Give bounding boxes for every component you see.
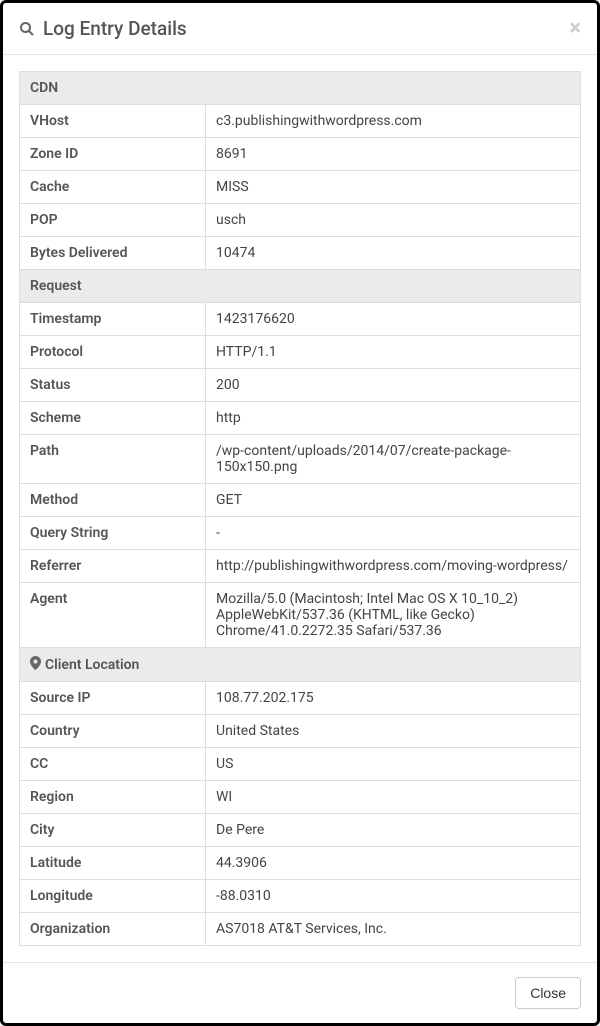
- row-value: /wp-content/uploads/2014/07/create-packa…: [206, 435, 581, 484]
- modal-footer: Close: [3, 962, 597, 1023]
- table-row: OrganizationAS7018 AT&T Services, Inc.: [20, 913, 581, 946]
- row-value: AS7018 AT&T Services, Inc.: [206, 913, 581, 946]
- row-key: Timestamp: [20, 303, 206, 336]
- section-header-request: Request: [20, 270, 581, 303]
- row-value: -: [206, 517, 581, 550]
- row-value: Mozilla/5.0 (Macintosh; Intel Mac OS X 1…: [206, 583, 581, 648]
- row-key: Longitude: [20, 880, 206, 913]
- row-key: Status: [20, 369, 206, 402]
- row-key: Source IP: [20, 682, 206, 715]
- row-key: Agent: [20, 583, 206, 648]
- row-key: Latitude: [20, 847, 206, 880]
- row-value: HTTP/1.1: [206, 336, 581, 369]
- table-row: Longitude-88.0310: [20, 880, 581, 913]
- table-row: Referrerhttp://publishingwithwordpress.c…: [20, 550, 581, 583]
- row-key: Country: [20, 715, 206, 748]
- row-value: US: [206, 748, 581, 781]
- table-row: Query String-: [20, 517, 581, 550]
- row-value: MISS: [206, 171, 581, 204]
- table-row: Source IP108.77.202.175: [20, 682, 581, 715]
- modal-header: Log Entry Details ×: [3, 3, 597, 54]
- row-value: usch: [206, 204, 581, 237]
- row-value: 10474: [206, 237, 581, 270]
- row-key: Zone ID: [20, 138, 206, 171]
- table-row: Zone ID8691: [20, 138, 581, 171]
- modal-body: CDN VHostc3.publishingwithwordpress.comZo…: [3, 55, 597, 962]
- row-key: VHost: [20, 105, 206, 138]
- row-key: Bytes Delivered: [20, 237, 206, 270]
- row-key: Path: [20, 435, 206, 484]
- table-row: CacheMISS: [20, 171, 581, 204]
- table-row: AgentMozilla/5.0 (Macintosh; Intel Mac O…: [20, 583, 581, 648]
- row-key: Query String: [20, 517, 206, 550]
- row-value: 200: [206, 369, 581, 402]
- table-row: Latitude44.3906: [20, 847, 581, 880]
- row-key: Organization: [20, 913, 206, 946]
- search-icon: [19, 21, 35, 37]
- row-key: Method: [20, 484, 206, 517]
- table-row: Path/wp-content/uploads/2014/07/create-p…: [20, 435, 581, 484]
- row-value: http: [206, 402, 581, 435]
- row-value: 44.3906: [206, 847, 581, 880]
- section-header-label: CDN: [30, 80, 58, 96]
- row-key: POP: [20, 204, 206, 237]
- details-table: CDN VHostc3.publishingwithwordpress.comZo…: [19, 71, 581, 946]
- row-key: CC: [20, 748, 206, 781]
- row-key: Referrer: [20, 550, 206, 583]
- table-row: MethodGET: [20, 484, 581, 517]
- row-value: http://publishingwithwordpress.com/movin…: [206, 550, 581, 583]
- log-entry-modal: Log Entry Details × CDN VHostc3.publishin…: [0, 0, 600, 1026]
- table-row: CityDe Pere: [20, 814, 581, 847]
- map-pin-icon: [30, 656, 41, 670]
- section-header-cdn: CDN: [20, 72, 581, 105]
- row-key: City: [20, 814, 206, 847]
- row-value: -88.0310: [206, 880, 581, 913]
- row-value: c3.publishingwithwordpress.com: [206, 105, 581, 138]
- table-row: Schemehttp: [20, 402, 581, 435]
- table-row: CCUS: [20, 748, 581, 781]
- row-value: United States: [206, 715, 581, 748]
- table-row: CountryUnited States: [20, 715, 581, 748]
- table-row: ProtocolHTTP/1.1: [20, 336, 581, 369]
- row-key: Region: [20, 781, 206, 814]
- row-value: GET: [206, 484, 581, 517]
- row-value: 8691: [206, 138, 581, 171]
- table-row: Timestamp1423176620: [20, 303, 581, 336]
- section-header-label: Client Location: [45, 657, 139, 673]
- row-key: Protocol: [20, 336, 206, 369]
- table-row: Status200: [20, 369, 581, 402]
- close-icon[interactable]: ×: [569, 18, 581, 40]
- row-value: De Pere: [206, 814, 581, 847]
- modal-title: Log Entry Details: [19, 17, 187, 40]
- table-row: Bytes Delivered10474: [20, 237, 581, 270]
- table-row: RegionWI: [20, 781, 581, 814]
- close-button[interactable]: Close: [515, 977, 581, 1009]
- table-row: VHostc3.publishingwithwordpress.com: [20, 105, 581, 138]
- row-key: Cache: [20, 171, 206, 204]
- row-value: 1423176620: [206, 303, 581, 336]
- row-value: WI: [206, 781, 581, 814]
- row-key: Scheme: [20, 402, 206, 435]
- modal-title-text: Log Entry Details: [43, 17, 187, 40]
- section-header-label: Request: [30, 278, 82, 294]
- row-value: 108.77.202.175: [206, 682, 581, 715]
- section-header-client_location: Client Location: [20, 648, 581, 682]
- table-row: POPusch: [20, 204, 581, 237]
